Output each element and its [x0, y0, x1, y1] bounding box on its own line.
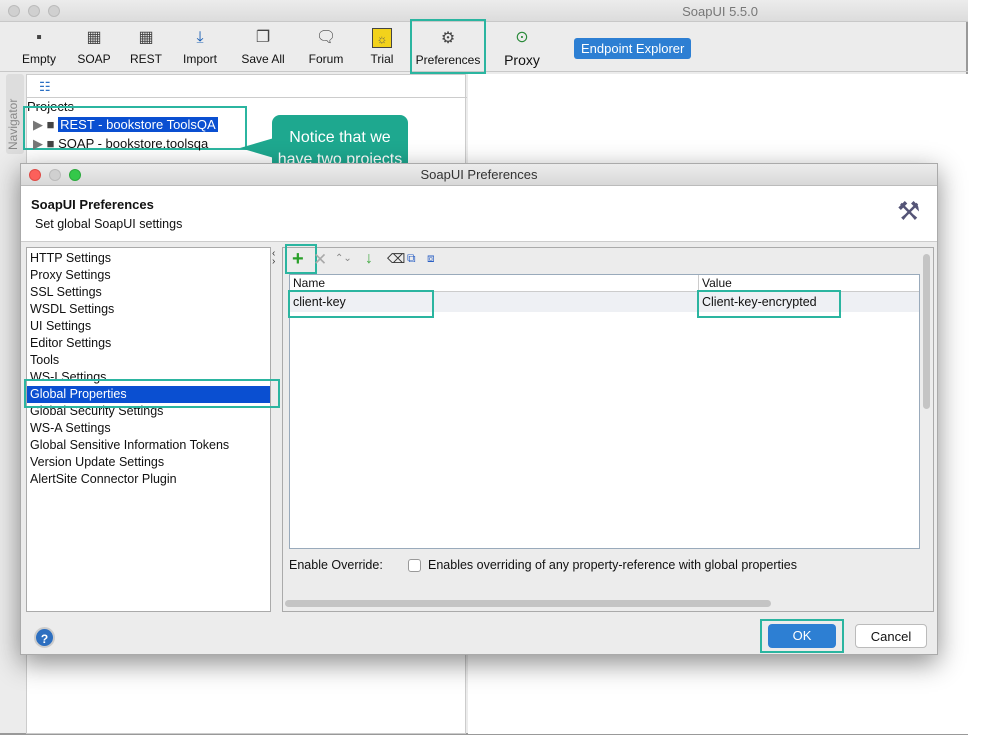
add-property-button[interactable]: +: [292, 249, 304, 269]
trial-button[interactable]: ☼ Trial: [366, 28, 398, 66]
forum-icon: 🗨: [316, 29, 337, 46]
zoom-window-button[interactable]: [48, 5, 60, 17]
project-soap[interactable]: ▶ ■ SOAP - bookstore.toolsqa: [33, 136, 208, 152]
category-item[interactable]: HTTP Settings: [27, 250, 270, 267]
cancel-button[interactable]: Cancel: [855, 624, 927, 648]
save-all-icon: ❐: [255, 29, 271, 46]
rest-label: REST: [129, 52, 162, 66]
category-item[interactable]: WS-A Settings: [27, 420, 270, 437]
main-toolbar: ▪ Empty ▦ SOAP ▦ REST ⤓ Import ❐ Save All 🗨 Fo…: [0, 19, 968, 74]
expand-arrow-icon[interactable]: ▶: [33, 117, 43, 132]
import-label: Import: [182, 52, 217, 66]
import-icon: ⤓: [196, 29, 204, 46]
category-item[interactable]: Proxy Settings: [27, 267, 270, 284]
category-item[interactable]: Version Update Settings: [27, 454, 270, 471]
folder-icon: ■: [46, 136, 55, 151]
preferences-dialog: SoapUI Preferences SoapUI Preferences Se…: [20, 163, 938, 655]
move-down-arrow-icon[interactable]: ↓: [365, 250, 373, 268]
proxy-button[interactable]: ⊙ Proxy: [502, 28, 542, 68]
collapse-arrows-icon[interactable]: ‹ ›: [272, 249, 275, 267]
dialog-close-button[interactable]: [29, 169, 41, 181]
soap-label: SOAP: [77, 52, 111, 66]
dialog-minimize-button[interactable]: [49, 169, 61, 181]
project-label: REST - bookstore ToolsQA: [58, 117, 218, 132]
gear-icon: ⚙: [440, 30, 456, 47]
empty-button[interactable]: ▪ Empty: [20, 28, 58, 66]
expand-arrow-icon[interactable]: ▶: [33, 136, 43, 151]
folder-icon: ■: [46, 117, 55, 132]
empty-project-icon: ▪: [36, 29, 42, 46]
category-item[interactable]: UI Settings: [27, 318, 270, 335]
load-properties-icon[interactable]: ⧉: [407, 251, 416, 266]
callout-pointer: [240, 138, 274, 158]
ok-button[interactable]: OK: [768, 624, 836, 648]
move-up-down-buttons[interactable]: ⌃⌄: [335, 253, 352, 264]
enable-override-checkbox[interactable]: [408, 559, 421, 572]
preferences-label: Preferences: [415, 53, 481, 67]
soap-button[interactable]: ▦ SOAP: [76, 28, 112, 66]
endpoint-explorer-button[interactable]: Endpoint Explorer: [574, 38, 692, 59]
save-all-button[interactable]: ❐ Save All: [238, 28, 288, 66]
dialog-subheading: Set global SoapUI settings: [35, 217, 183, 231]
proxy-icon: ⊙: [515, 29, 529, 46]
dialog-zoom-button[interactable]: [69, 169, 81, 181]
category-item[interactable]: Tools: [27, 352, 270, 369]
project-label: SOAP - bookstore.toolsqa: [58, 136, 209, 151]
rest-button[interactable]: ▦ REST: [128, 28, 164, 66]
tools-icon: ⚒: [897, 196, 921, 226]
preferences-button[interactable]: ⚙ Preferences: [410, 19, 486, 74]
enable-override-label: Enable Override:: [289, 558, 383, 572]
forum-button[interactable]: 🗨 Forum: [305, 28, 347, 66]
dialog-title: SoapUI Preferences: [420, 167, 538, 182]
global-properties-panel: + ✕ ⌃⌄ ↓ ⌫ ⧉ ⧈ Name Value client-key Cli…: [282, 244, 934, 612]
save-properties-icon[interactable]: ⧈: [427, 251, 435, 266]
clear-eraser-icon[interactable]: ⌫: [387, 251, 405, 267]
app-title: SoapUI 5.5.0: [682, 4, 758, 19]
forum-label: Forum: [308, 52, 344, 66]
category-item[interactable]: AlertSite Connector Plugin: [27, 471, 270, 488]
category-item[interactable]: WSDL Settings: [27, 301, 270, 318]
save-all-label: Save All: [241, 52, 285, 66]
trial-label: Trial: [370, 52, 394, 66]
remove-property-button[interactable]: ✕: [313, 250, 327, 270]
minimize-window-button[interactable]: [28, 5, 40, 17]
empty-label: Empty: [21, 52, 56, 66]
dialog-heading: SoapUI Preferences: [31, 197, 154, 212]
import-button[interactable]: ⤓ Import: [178, 28, 222, 66]
close-window-button[interactable]: [8, 5, 20, 17]
selected-category-highlight: [24, 379, 280, 408]
horizontal-scrollbar[interactable]: [285, 600, 771, 607]
dialog-header: SoapUI Preferences Set global SoapUI set…: [21, 186, 937, 242]
proxy-label: Proxy: [504, 52, 540, 68]
rest-icon: ▦: [138, 29, 154, 46]
properties-table: Name Value client-key Client-key-encrypt…: [288, 274, 920, 549]
category-item[interactable]: Editor Settings: [27, 335, 270, 352]
name-highlight: [288, 290, 434, 318]
vertical-scrollbar[interactable]: [923, 254, 930, 409]
help-button[interactable]: ?: [34, 627, 55, 648]
navigator-label: Navigator: [6, 98, 20, 150]
dialog-title-bar: SoapUI Preferences: [21, 164, 937, 186]
project-rest[interactable]: ▶ ■ REST - bookstore ToolsQA: [33, 117, 218, 133]
trial-icon: ☼: [372, 28, 392, 48]
tree-view-icon[interactable]: ☷: [39, 79, 51, 95]
soap-icon: ▦: [86, 29, 102, 46]
settings-category-list: HTTP Settings Proxy Settings SSL Settings W…: [26, 247, 271, 612]
category-item[interactable]: Global Sensitive Information Tokens: [27, 437, 270, 454]
enable-override-text: Enables overriding of any property-refer…: [428, 558, 797, 572]
category-item[interactable]: SSL Settings: [27, 284, 270, 301]
value-highlight: [697, 290, 841, 318]
